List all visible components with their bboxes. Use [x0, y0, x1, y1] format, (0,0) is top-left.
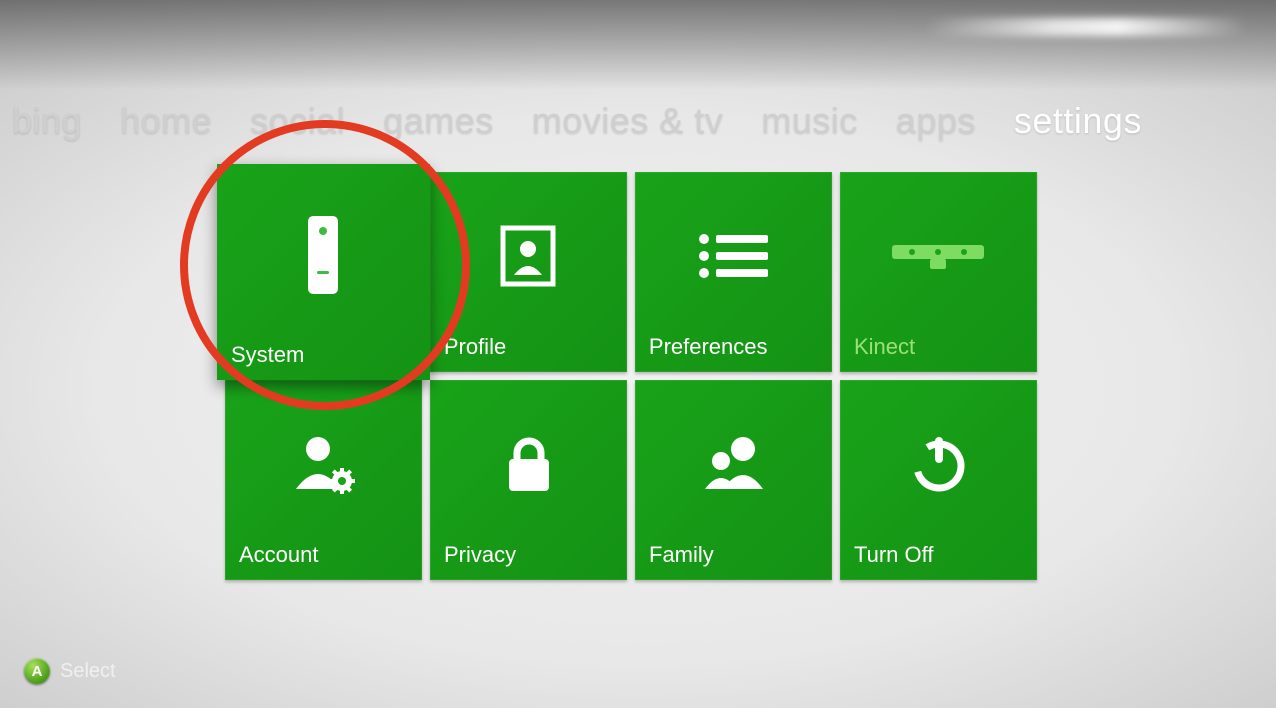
tile-system[interactable]: System — [217, 164, 430, 380]
tile-kinect[interactable]: Kinect — [840, 172, 1037, 372]
top-nav: bing home social games movies & tv music… — [0, 100, 1276, 142]
account-gear-icon — [292, 433, 356, 495]
hint-label: Select — [60, 660, 116, 683]
nav-item-home[interactable]: home — [120, 100, 212, 142]
tile-turn-off[interactable]: Turn Off — [840, 380, 1037, 580]
tile-row-1: System Profile Preferences — [221, 168, 1041, 376]
lock-icon — [505, 435, 553, 493]
tile-privacy[interactable]: Privacy — [430, 380, 627, 580]
list-icon — [698, 233, 768, 279]
kinect-icon — [892, 241, 984, 271]
nav-item-games[interactable]: games — [383, 100, 494, 142]
nav-item-bing[interactable]: bing — [12, 100, 82, 142]
tile-system-label: System — [231, 342, 304, 368]
tile-preferences[interactable]: Preferences — [635, 172, 832, 372]
nav-item-settings[interactable]: settings — [1014, 100, 1142, 142]
tile-row-2: Account Privacy Family — [221, 376, 1041, 584]
tile-account-label: Account — [239, 542, 319, 568]
tile-kinect-label: Kinect — [854, 334, 915, 360]
tile-profile-label: Profile — [444, 334, 506, 360]
a-button-icon: A — [24, 658, 50, 684]
tile-turn-off-label: Turn Off — [854, 542, 933, 568]
decorative-streak — [925, 18, 1248, 36]
tile-account[interactable]: Account — [225, 380, 422, 580]
tile-family[interactable]: Family — [635, 380, 832, 580]
console-icon — [308, 216, 338, 294]
family-icon — [703, 435, 765, 493]
button-hint: A Select — [24, 658, 116, 684]
power-icon — [910, 435, 968, 493]
tile-profile[interactable]: Profile — [430, 172, 627, 372]
settings-tile-grid: System Profile Preferences — [221, 168, 1041, 584]
profile-icon — [500, 225, 556, 287]
tile-preferences-label: Preferences — [649, 334, 768, 360]
tile-family-label: Family — [649, 542, 714, 568]
tile-privacy-label: Privacy — [444, 542, 516, 568]
nav-item-music[interactable]: music — [761, 100, 858, 142]
nav-item-social[interactable]: social — [250, 100, 345, 142]
nav-item-movies[interactable]: movies & tv — [532, 100, 724, 142]
nav-item-apps[interactable]: apps — [896, 100, 976, 142]
